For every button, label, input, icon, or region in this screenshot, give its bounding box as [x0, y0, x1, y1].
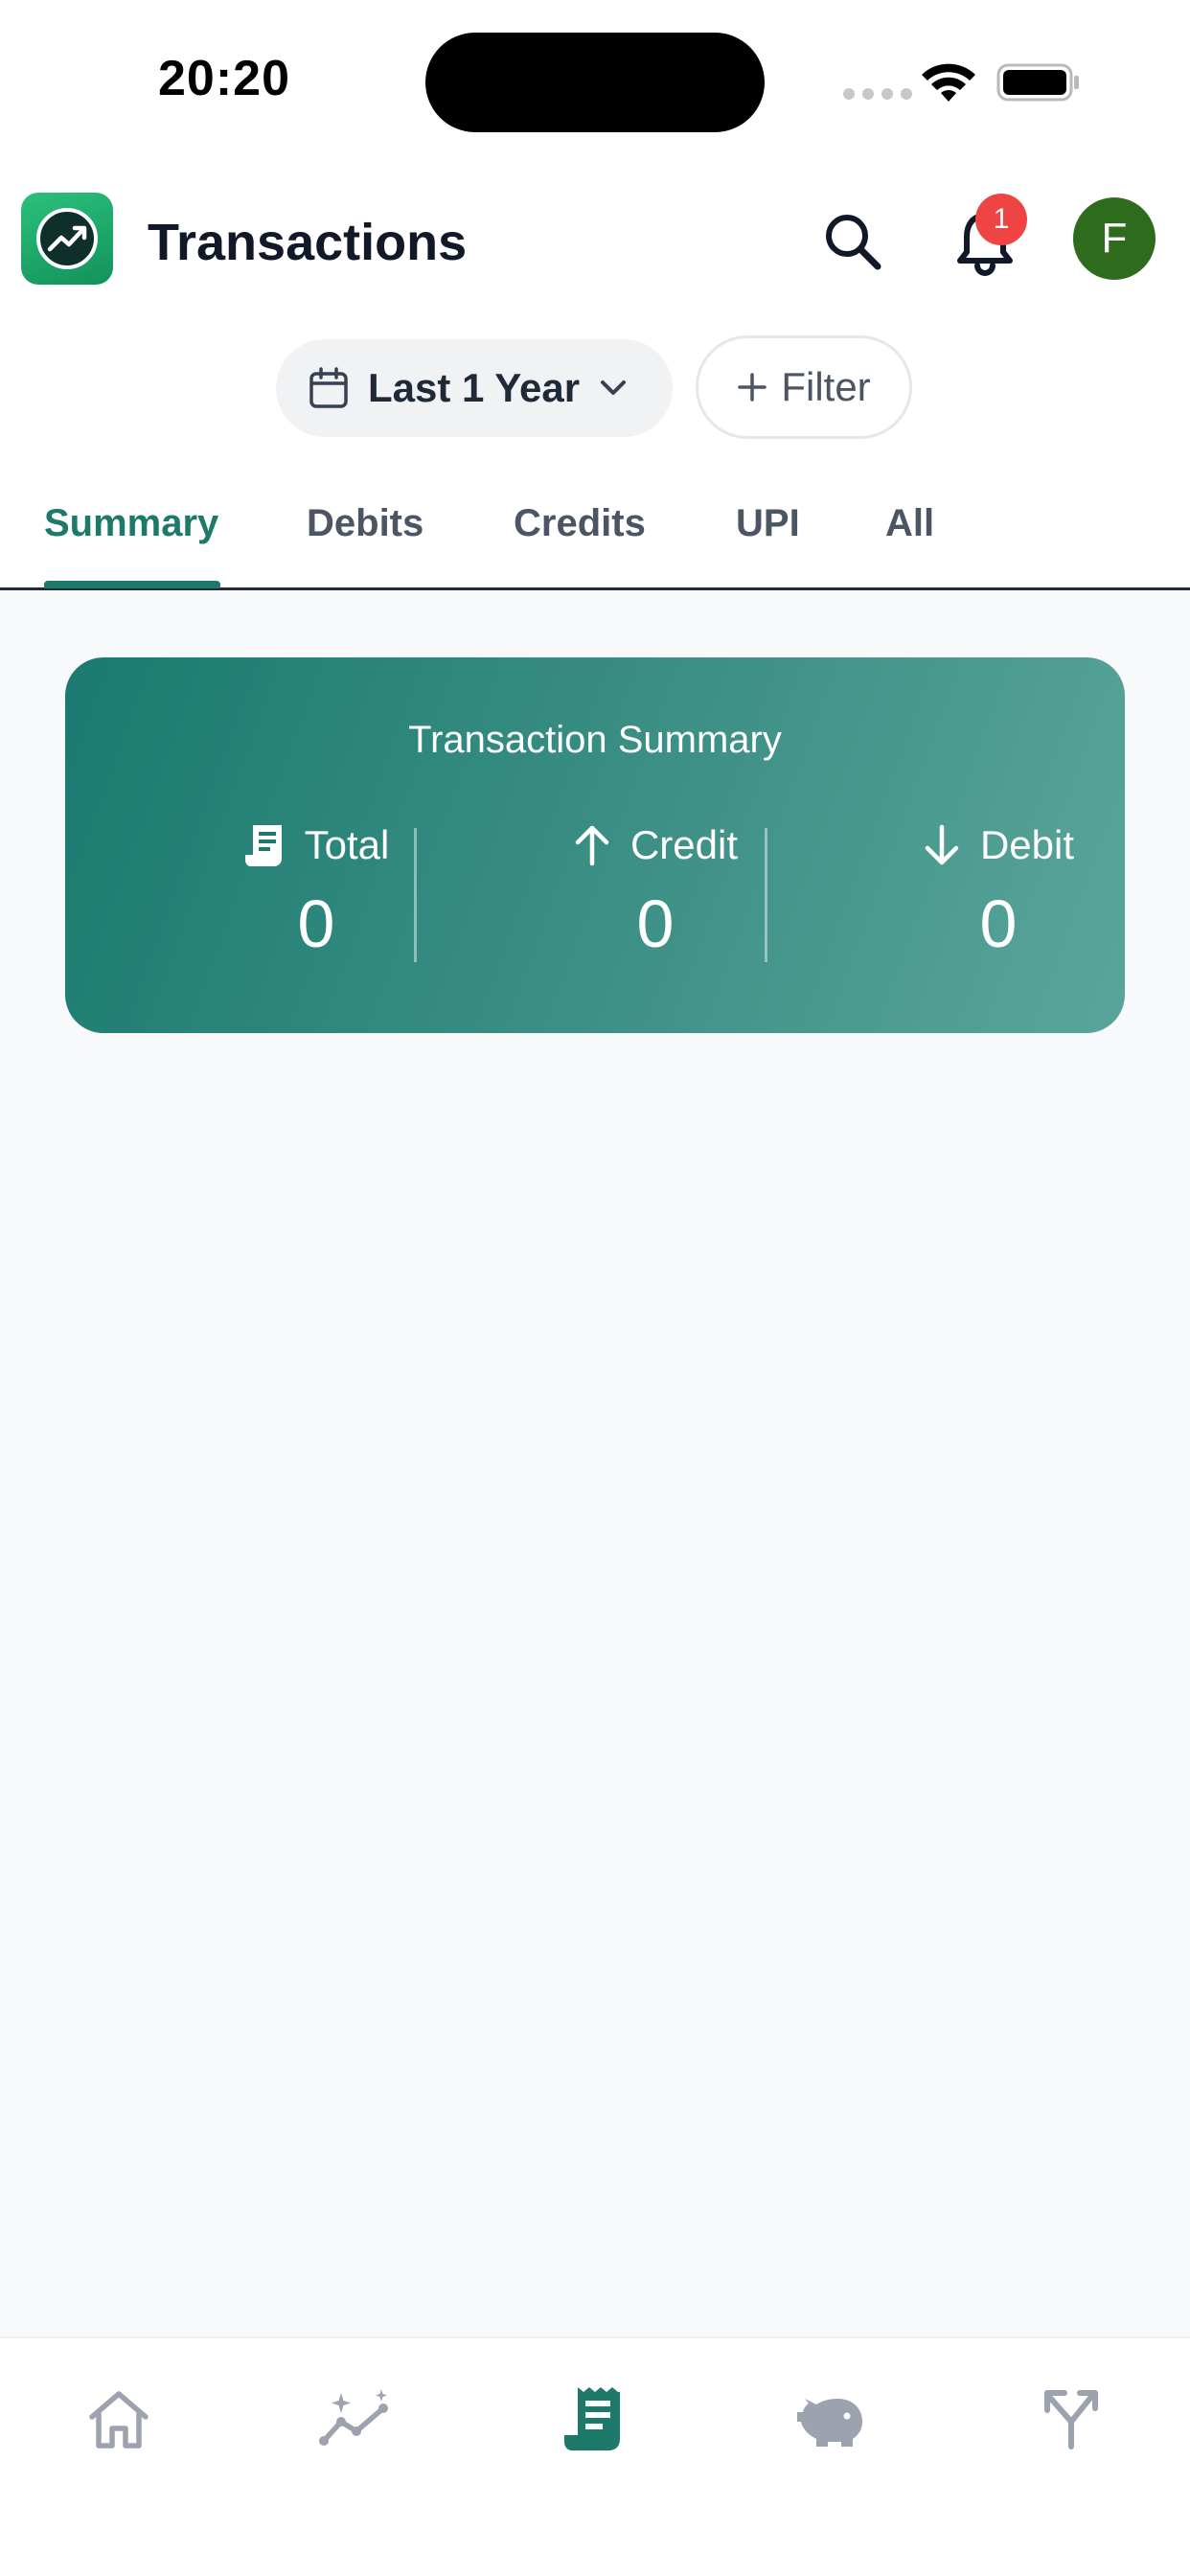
trend-logo-icon — [36, 208, 98, 269]
period-select[interactable]: Last 1 Year — [276, 339, 673, 437]
stat-debit-value: 0 — [979, 886, 1018, 961]
dynamic-island — [425, 33, 765, 132]
nav-transactions[interactable] — [556, 2380, 632, 2457]
tab-all[interactable]: All — [885, 502, 934, 545]
stat-total-label: Total — [304, 822, 390, 867]
page-title: Transactions — [148, 214, 468, 271]
nav-savings[interactable] — [793, 2380, 870, 2457]
stat-debit-label: Debit — [979, 822, 1075, 867]
add-filter-button[interactable]: Filter — [696, 335, 912, 439]
chevron-down-icon — [601, 380, 627, 395]
stat-credit: Credit 0 — [512, 818, 799, 962]
plus-icon — [738, 373, 767, 402]
tab-debits[interactable]: Debits — [307, 502, 423, 545]
battery-icon — [996, 63, 1079, 102]
status-bar: 20:20 — [0, 0, 1190, 163]
app-header: Transactions 1 F — [0, 163, 1190, 316]
avatar[interactable]: F — [1073, 197, 1156, 280]
stat-credit-label: Credit — [629, 822, 739, 867]
app-logo — [21, 193, 113, 285]
active-tab-indicator — [44, 581, 220, 588]
notification-badge: 1 — [975, 194, 1027, 245]
tab-upi[interactable]: UPI — [736, 502, 800, 545]
status-time: 20:20 — [158, 51, 290, 106]
bottom-nav — [0, 2336, 1190, 2576]
nav-analytics[interactable] — [318, 2380, 395, 2457]
stat-total: Total 0 — [172, 818, 460, 962]
search-icon — [826, 215, 881, 270]
tab-bar: Summary Debits Credits UPI All — [0, 479, 1190, 590]
stat-divider — [414, 828, 417, 962]
transactions-icon — [564, 2387, 620, 2450]
arrow-down-icon — [925, 824, 959, 865]
main-content: Transaction Summary Total 0 Credit 0 Deb… — [0, 590, 1190, 2336]
home-icon — [89, 2391, 149, 2449]
tab-credits[interactable]: Credits — [514, 502, 646, 545]
tab-summary[interactable]: Summary — [44, 502, 218, 545]
stat-total-value: 0 — [297, 886, 335, 961]
stat-debit: Debit 0 — [855, 818, 1142, 962]
stat-divider — [765, 828, 767, 962]
split-icon — [1044, 2390, 1098, 2450]
nav-home[interactable] — [80, 2380, 157, 2457]
cellular-signal-icon — [843, 88, 912, 100]
search-button[interactable] — [814, 203, 891, 280]
calendar-icon — [309, 367, 348, 408]
nav-split[interactable] — [1033, 2380, 1110, 2457]
period-select-label: Last 1 Year — [368, 365, 581, 410]
piggy-bank-icon — [797, 2399, 862, 2447]
arrow-up-icon — [575, 825, 609, 866]
summary-title: Transaction Summary — [408, 719, 782, 761]
filter-button-label: Filter — [781, 364, 871, 409]
transaction-summary-card: Transaction Summary Total 0 Credit 0 Deb… — [65, 657, 1125, 1033]
wifi-icon — [922, 63, 975, 102]
stat-credit-value: 0 — [636, 886, 675, 961]
analytics-icon — [319, 2389, 388, 2446]
receipt-icon — [244, 825, 282, 866]
